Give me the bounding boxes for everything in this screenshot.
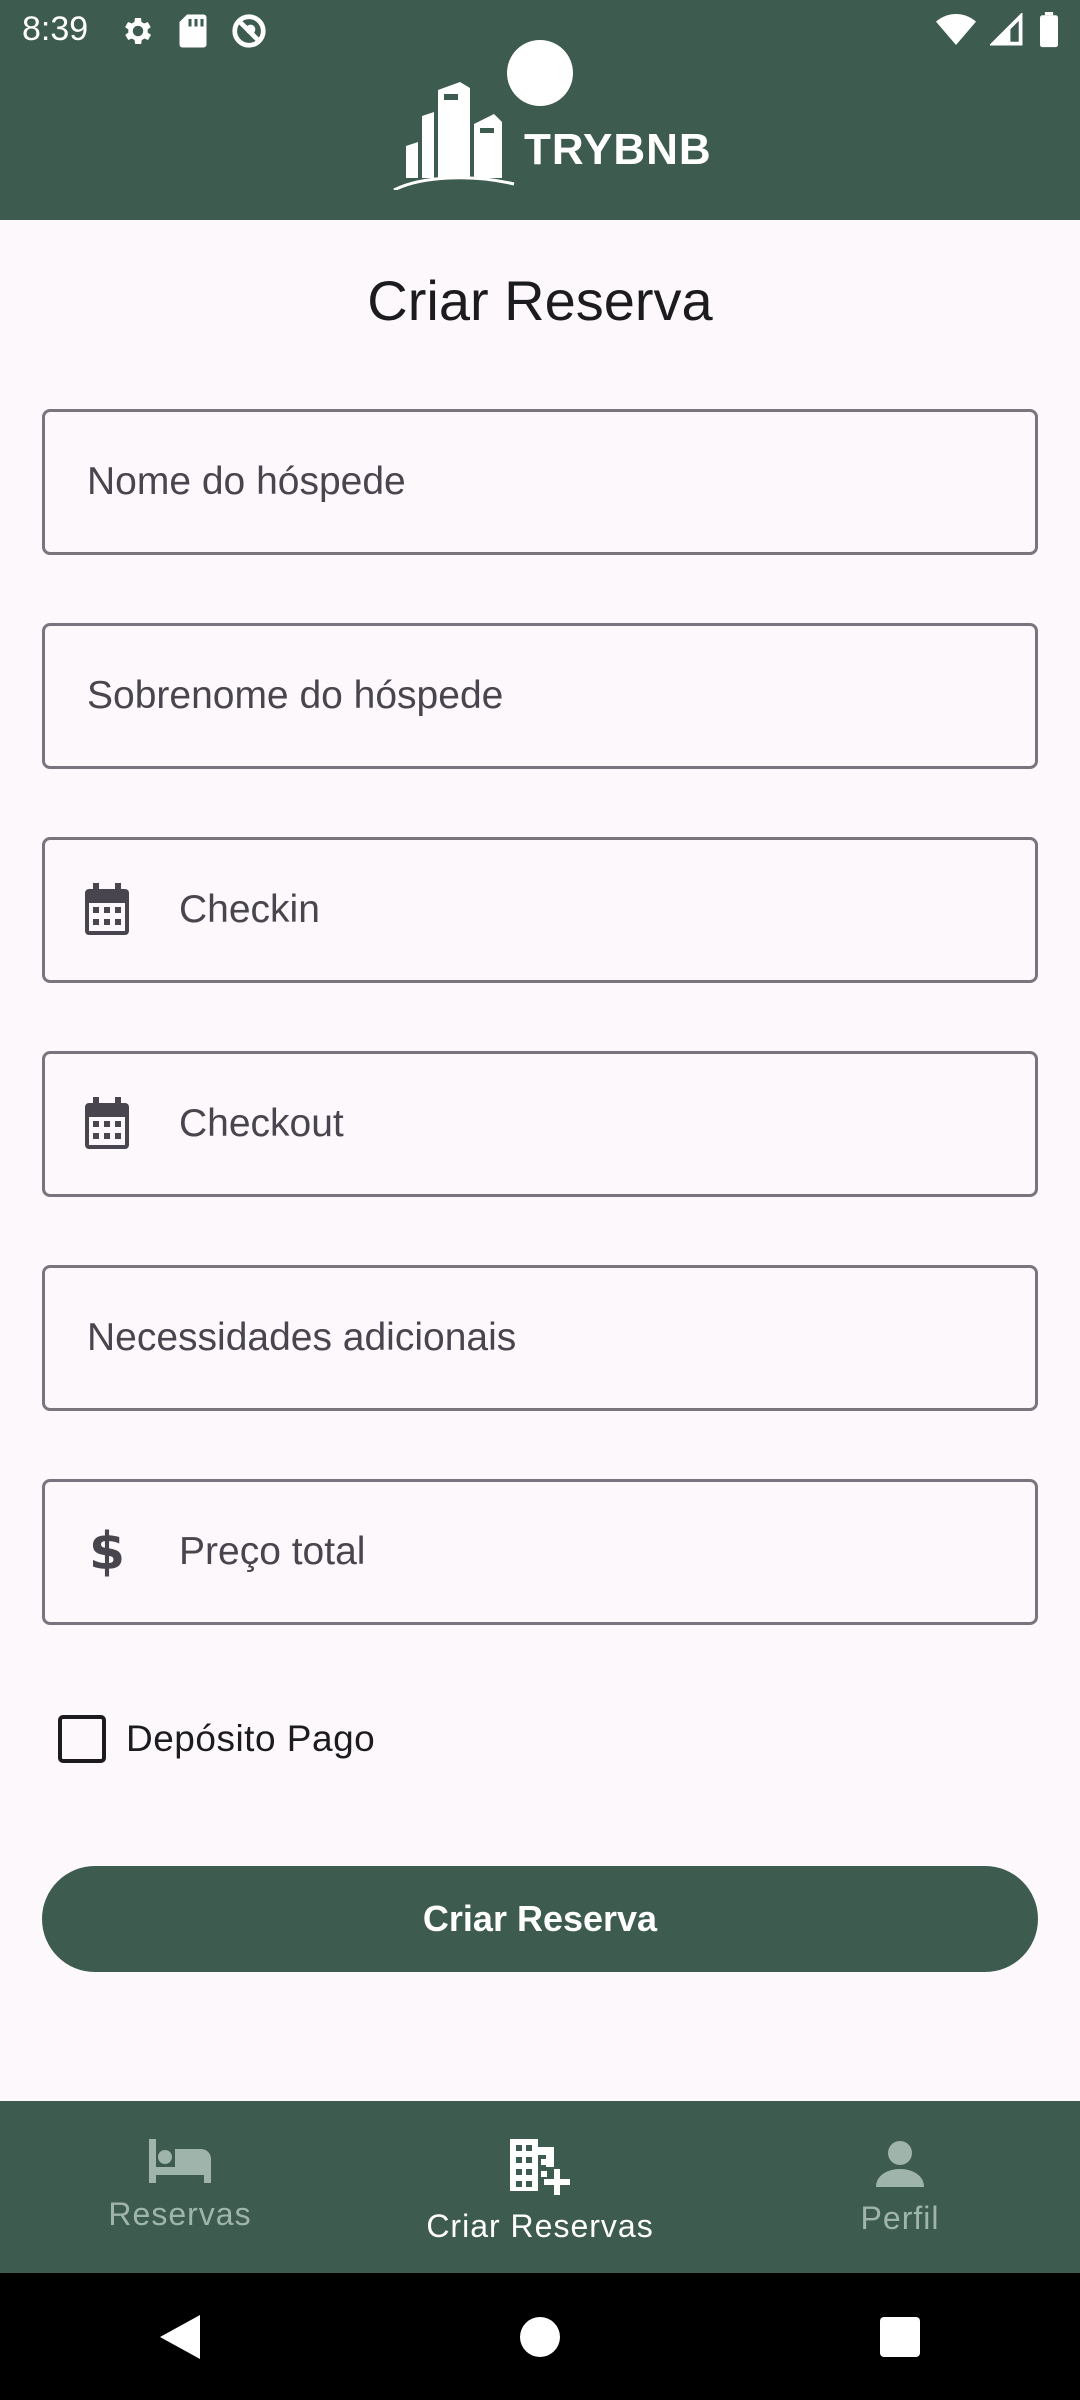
nav-label-reservas: Reservas	[108, 2196, 252, 2232]
nav-item-criar-reservas[interactable]: Criar Reservas	[360, 2101, 720, 2273]
app-logo: TRYBNB	[392, 80, 712, 195]
calendar-icon	[83, 1097, 131, 1151]
checkout-placeholder: Checkout	[179, 1102, 344, 1145]
deposit-paid-checkbox[interactable]	[58, 1715, 106, 1763]
guest-last-name-field[interactable]: Sobrenome do hóspede	[42, 623, 1038, 769]
battery-icon	[1038, 12, 1060, 53]
checkin-placeholder: Checkin	[179, 888, 320, 931]
nav-item-perfil[interactable]: Perfil	[720, 2101, 1080, 2273]
checkout-field[interactable]: Checkout	[42, 1051, 1038, 1197]
wifi-icon	[936, 13, 976, 52]
status-icons-left	[120, 12, 268, 55]
total-price-field[interactable]: $ Preço total	[42, 1479, 1038, 1625]
add-building-icon	[510, 2139, 570, 2200]
create-reservation-screen: 8:39 TRYBNB Criar Reserva Nome do hósped…	[0, 0, 1080, 2400]
person-icon	[876, 2139, 924, 2192]
nav-label-perfil: Perfil	[860, 2200, 940, 2236]
guest-first-name-placeholder: Nome do hóspede	[87, 460, 406, 503]
checkin-field[interactable]: Checkin	[42, 837, 1038, 983]
status-icons-right	[936, 11, 1060, 53]
home-icon[interactable]	[500, 2297, 580, 2377]
page-title: Criar Reserva	[367, 269, 713, 332]
nav-item-reservas[interactable]: Reservas	[0, 2101, 360, 2273]
nav-label-criar-reservas: Criar Reservas	[426, 2208, 654, 2244]
recents-icon[interactable]	[860, 2297, 940, 2377]
total-price-placeholder: Preço total	[179, 1530, 366, 1573]
calendar-icon	[83, 883, 131, 937]
settings-icon	[120, 13, 156, 54]
guest-last-name-placeholder: Sobrenome do hóspede	[87, 674, 504, 717]
status-time: 8:39	[22, 10, 89, 48]
system-navigation-bar	[0, 2273, 1080, 2400]
buildings-logo-icon	[392, 80, 516, 195]
signal-icon	[988, 11, 1024, 52]
top-app-bar: 8:39 TRYBNB	[0, 0, 1080, 220]
bed-icon	[149, 2139, 211, 2188]
currency-symbol: $	[88, 1522, 126, 1582]
create-reservation-button[interactable]: Criar Reserva	[42, 1866, 1038, 1972]
do-not-disturb-icon	[230, 12, 268, 55]
brand-name: TRYBNB	[524, 125, 712, 174]
guest-first-name-field[interactable]: Nome do hóspede	[42, 409, 1038, 555]
deposit-paid-label: Depósito Pago	[126, 1718, 376, 1759]
deposit-paid-row[interactable]: Depósito Pago	[58, 1715, 375, 1763]
additional-needs-field[interactable]: Necessidades adicionais	[42, 1265, 1038, 1411]
dollar-icon: $	[83, 1522, 131, 1582]
additional-needs-placeholder: Necessidades adicionais	[87, 1316, 517, 1359]
bottom-navigation: Reservas Criar Reservas Perfil	[0, 2101, 1080, 2273]
back-icon[interactable]	[140, 2297, 220, 2377]
sd-card-icon	[178, 13, 208, 54]
